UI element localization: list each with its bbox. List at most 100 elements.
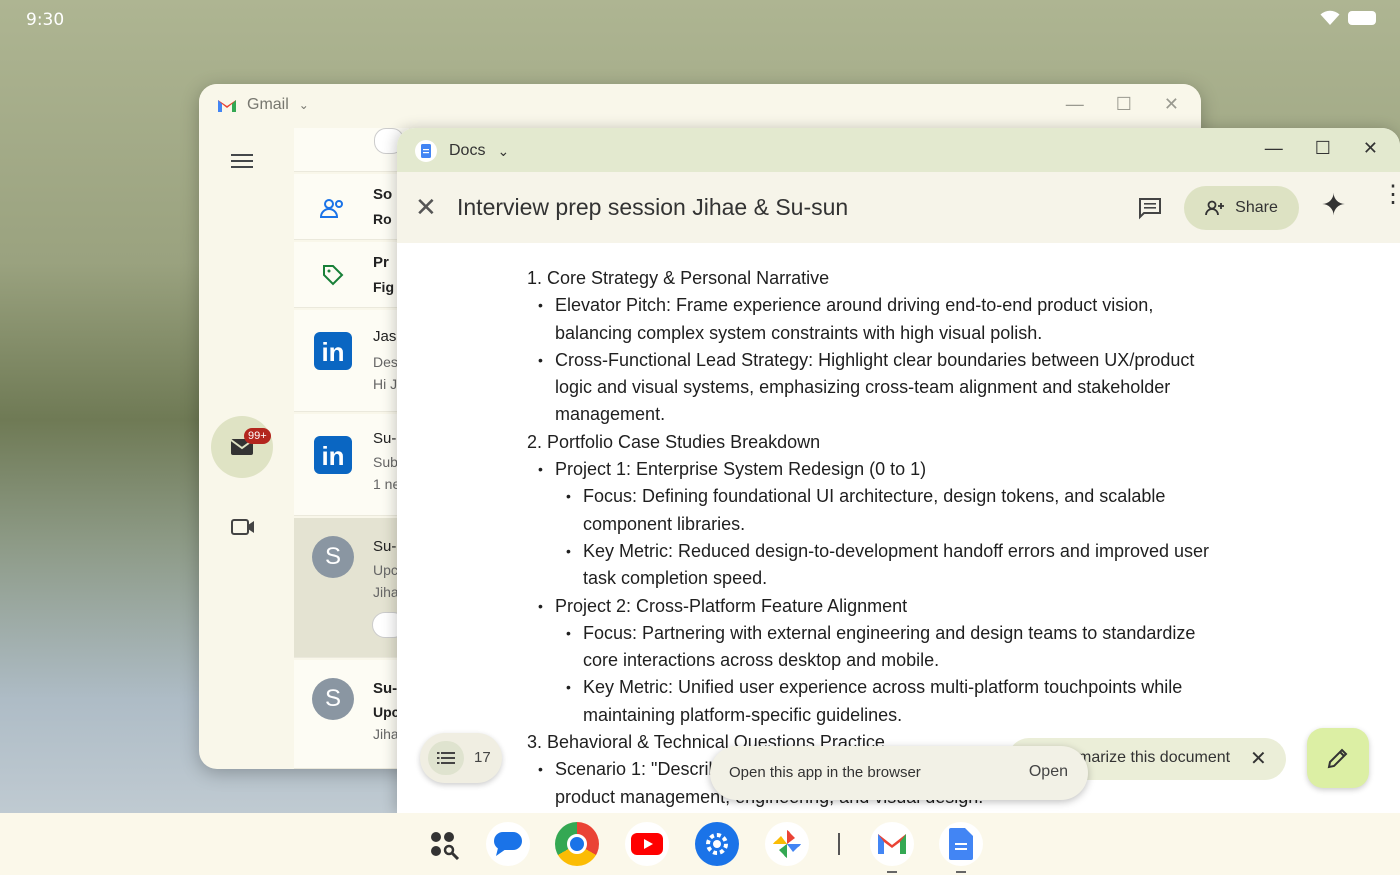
sender: So — [373, 186, 393, 203]
doc-line: balancing complex system constraints wit… — [555, 322, 1043, 343]
document-body[interactable]: 1. Core Strategy & Personal Narrative El… — [527, 265, 1247, 811]
doc-line: Key Metric: Reduced design-to-developmen… — [527, 538, 1247, 566]
list-item-selected[interactable]: S Su- Upc Jiha — [294, 518, 409, 658]
chevron-down-icon: ⌄ — [497, 142, 510, 159]
subject: Des — [373, 354, 398, 370]
list-item[interactable]: in Su- Sub 1 ne — [294, 414, 409, 516]
messages-app-icon[interactable] — [486, 822, 530, 866]
doc-line: 2. Portfolio Case Studies Breakdown — [527, 431, 821, 452]
list-item[interactable] — [294, 128, 409, 172]
doc-line: Elevator Pitch: Frame experience around … — [527, 292, 1247, 320]
doc-line: logic and visual systems, emphasizing cr… — [555, 377, 1171, 398]
snippet: Jiha — [373, 726, 399, 742]
chrome-app-icon[interactable] — [555, 822, 599, 866]
status-bar: 9:30 — [0, 0, 1400, 40]
edit-fab[interactable] — [1307, 728, 1369, 788]
youtube-app-icon[interactable] — [625, 822, 669, 866]
close-icon[interactable]: ✕ — [1363, 138, 1378, 159]
doc-line: task completion speed. — [583, 568, 768, 589]
snippet: Hi J — [373, 376, 398, 392]
doc-line: core interactions across desktop and mob… — [583, 650, 940, 671]
settings-app-icon[interactable] — [695, 822, 739, 866]
gmail-message-list: So Ro Pr Fig in Jas Des Hi J in Su- Sub … — [294, 128, 409, 769]
menu-icon[interactable] — [231, 150, 253, 172]
photos-app-icon[interactable] — [765, 822, 809, 866]
avatar: S — [312, 536, 354, 578]
outline-count: 17 — [474, 749, 491, 766]
list-item[interactable]: Pr Fig — [294, 242, 409, 308]
doc-line: Focus: Defining foundational UI architec… — [527, 483, 1247, 511]
docs-app-name: Docs — [449, 142, 486, 159]
share-label: Share — [1235, 199, 1278, 216]
social-icon — [320, 199, 343, 218]
pencil-icon — [1327, 748, 1348, 769]
gmail-logo-icon — [218, 100, 236, 112]
gmail-titlebar: Gmail ⌄ — ☐ ✕ — [199, 84, 1201, 128]
meet-nav-button[interactable] — [231, 518, 255, 541]
subject: Sub — [373, 454, 398, 470]
close-icon[interactable]: ✕ — [1250, 746, 1267, 771]
close-document-icon[interactable]: ✕ — [415, 194, 437, 220]
gmail-app-name: Gmail — [247, 96, 289, 113]
docs-toolbar: ✕ Interview prep session Jihae & Su-sun … — [397, 172, 1400, 243]
doc-line: Project 2: Cross-Platform Feature Alignm… — [527, 593, 1247, 621]
subject: Fig — [373, 279, 394, 295]
gmail-app-menu[interactable]: Gmail ⌄ — [217, 96, 309, 114]
open-in-browser-snackbar: Open this app in the browser Open — [710, 746, 1088, 800]
linkedin-logo-icon: in — [314, 332, 352, 370]
share-button[interactable]: Share — [1184, 186, 1299, 230]
label-icon — [323, 265, 344, 286]
gemini-sparkle-icon[interactable]: ✦ — [1321, 188, 1346, 223]
document-title: Interview prep session Jihae & Su-sun — [457, 194, 849, 220]
snackbar-text: Open this app in the browser — [729, 764, 921, 781]
doc-line: 1. Core Strategy & Personal Narrative — [527, 268, 830, 288]
clock: 9:30 — [26, 10, 65, 30]
sender: Pr — [373, 254, 389, 271]
doc-line: Project 1: Enterprise System Redesign (0… — [527, 456, 1247, 484]
minimize-icon[interactable]: — — [1066, 94, 1084, 115]
snackbar-open-button[interactable]: Open — [1029, 763, 1068, 781]
list-item[interactable]: So Ro — [294, 174, 409, 240]
taskbar-divider — [838, 833, 840, 855]
app-drawer-icon[interactable] — [424, 822, 468, 866]
chevron-down-icon: ⌄ — [298, 98, 309, 112]
close-icon[interactable]: ✕ — [1164, 94, 1179, 115]
list-item[interactable]: in Jas Des Hi J — [294, 310, 409, 412]
linkedin-logo-icon: in — [314, 436, 352, 474]
summarize-label: marize this document — [1078, 749, 1231, 766]
doc-line: Key Metric: Unified user experience acro… — [527, 674, 1247, 702]
outline-button[interactable]: 17 — [420, 733, 502, 783]
gmail-nav-rail: 99+ — [199, 128, 294, 769]
subject: Upc — [373, 704, 400, 720]
docs-app-menu[interactable]: Docs ⌄ — [415, 140, 509, 162]
video-icon — [231, 519, 254, 535]
doc-line: Cross-Functional Lead Strategy: Highligh… — [527, 347, 1247, 375]
unread-badge: 99+ — [244, 428, 271, 444]
minimize-icon[interactable]: — — [1265, 138, 1283, 159]
subject: Ro — [373, 211, 392, 227]
person-add-icon — [1205, 200, 1225, 216]
docs-window: Docs ⌄ — ☐ ✕ ✕ Interview prep session Ji… — [397, 128, 1400, 813]
docs-titlebar: Docs ⌄ — ☐ ✕ — [397, 128, 1400, 172]
running-indicator — [887, 871, 897, 873]
wifi-icon — [1320, 10, 1340, 25]
doc-line: Focus: Partnering with external engineer… — [527, 620, 1247, 648]
comment-icon[interactable] — [1138, 196, 1162, 220]
sender: Su- — [373, 538, 397, 555]
docs-logo-icon — [415, 140, 437, 162]
gmail-app-icon[interactable] — [870, 822, 914, 866]
docs-app-icon[interactable] — [939, 822, 983, 866]
list-item[interactable]: S Su- Upc Jiha — [294, 660, 409, 769]
sender: Su- — [373, 680, 398, 697]
sender: Jas — [373, 328, 397, 345]
maximize-icon[interactable]: ☐ — [1315, 138, 1331, 159]
subject: Upc — [373, 562, 398, 578]
more-options-icon[interactable]: ⋮ — [1381, 183, 1400, 207]
list-icon — [428, 741, 464, 775]
doc-line: maintaining platform-specific guidelines… — [583, 704, 903, 725]
mail-nav-button[interactable]: 99+ — [211, 416, 273, 478]
maximize-icon[interactable]: ☐ — [1116, 94, 1132, 115]
doc-line: management. — [555, 404, 666, 425]
taskbar — [0, 813, 1400, 875]
running-indicator — [956, 871, 966, 873]
